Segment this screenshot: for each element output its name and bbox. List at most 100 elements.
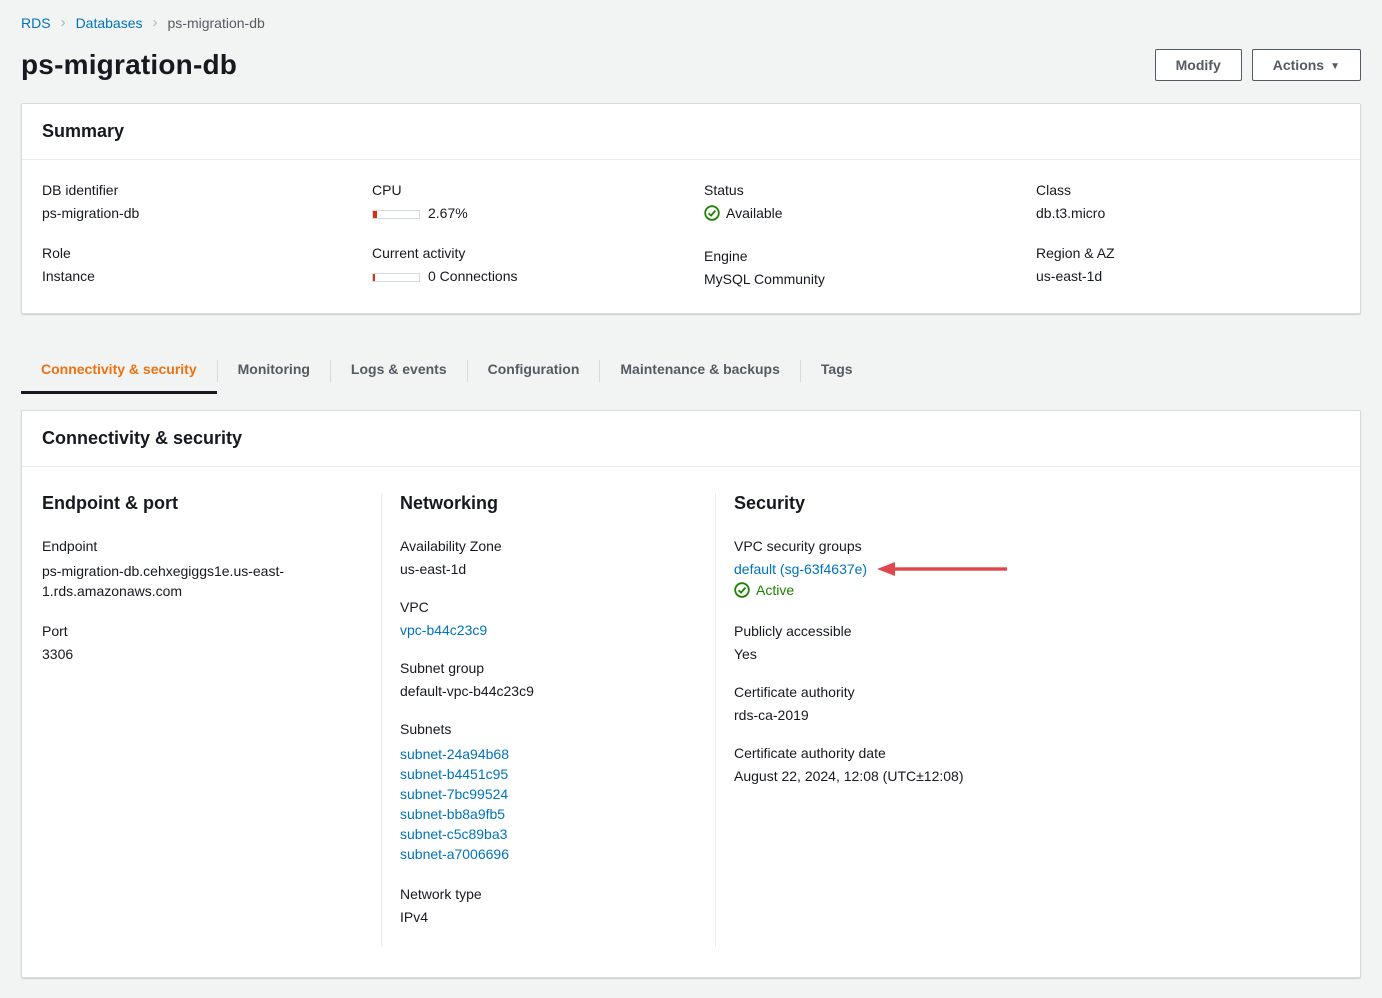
status-field: Status Available [704, 182, 1036, 224]
cpu-meter [372, 210, 420, 219]
engine-value: MySQL Community [704, 271, 1036, 287]
security-title: Security [734, 493, 1312, 514]
tab-configuration[interactable]: Configuration [468, 348, 600, 394]
summary-card-header: Summary [22, 104, 1360, 160]
breadcrumb-rds[interactable]: RDS [21, 15, 51, 31]
connections-meter [372, 273, 420, 282]
subnet-link[interactable]: subnet-bb8a9fb5 [400, 804, 687, 824]
security-column: Security VPC security groups default (sg… [715, 493, 1340, 947]
certificate-authority-date-field: Certificate authority date August 22, 20… [734, 745, 1312, 784]
subnet-list: subnet-24a94b68 subnet-b4451c95 subnet-7… [400, 744, 687, 864]
tab-logs-events[interactable]: Logs & events [331, 348, 467, 394]
vpc-label: VPC [400, 599, 687, 615]
page-title: ps-migration-db [21, 49, 237, 81]
engine-label: Engine [704, 248, 1036, 264]
port-value: 3306 [42, 646, 353, 662]
security-group-link[interactable]: default (sg-63f4637e) [734, 561, 867, 577]
endpoint-port-title: Endpoint & port [42, 493, 353, 514]
status-badge: Available [704, 205, 783, 221]
subnet-link[interactable]: subnet-7bc99524 [400, 784, 687, 804]
subnet-link[interactable]: subnet-b4451c95 [400, 764, 687, 784]
current-activity-label: Current activity [372, 245, 704, 261]
subnet-link[interactable]: subnet-24a94b68 [400, 744, 687, 764]
region-az-field: Region & AZ us-east-1d [1036, 245, 1340, 284]
tab-monitoring[interactable]: Monitoring [218, 348, 330, 394]
class-value: db.t3.micro [1036, 205, 1340, 221]
db-identifier-label: DB identifier [42, 182, 372, 198]
security-group-status: Active [734, 582, 794, 598]
networking-column: Networking Availability Zone us-east-1d … [381, 493, 715, 947]
cpu-label: CPU [372, 182, 704, 198]
certificate-authority-value: rds-ca-2019 [734, 707, 1312, 723]
endpoint-label: Endpoint [42, 538, 353, 554]
availability-zone-field: Availability Zone us-east-1d [400, 538, 687, 577]
subnet-link[interactable]: subnet-c5c89ba3 [400, 824, 687, 844]
region-az-label: Region & AZ [1036, 245, 1340, 261]
publicly-accessible-value: Yes [734, 646, 1312, 662]
role-field: Role Instance [42, 245, 372, 284]
availability-zone-value: us-east-1d [400, 561, 687, 577]
subnets-field: Subnets subnet-24a94b68 subnet-b4451c95 … [400, 721, 687, 864]
cpu-field: CPU 2.67% [372, 182, 704, 221]
vpc-link[interactable]: vpc-b44c23c9 [400, 622, 487, 638]
engine-field: Engine MySQL Community [704, 248, 1036, 287]
current-activity-value: 0 Connections [428, 268, 518, 284]
breadcrumb: RDS › Databases › ps-migration-db [21, 14, 1361, 31]
annotation-arrow [877, 561, 1007, 577]
certificate-authority-date-value: August 22, 2024, 12:08 (UTC±12:08) [734, 768, 1312, 784]
network-type-label: Network type [400, 886, 687, 902]
class-label: Class [1036, 182, 1340, 198]
network-type-field: Network type IPv4 [400, 886, 687, 925]
publicly-accessible-label: Publicly accessible [734, 623, 1312, 639]
connectivity-grid: Endpoint & port Endpoint ps-migration-db… [22, 467, 1360, 977]
actions-button-label: Actions [1273, 57, 1324, 73]
check-circle-icon [704, 205, 720, 221]
summary-col-status: Status Available Engine MySQL Community [704, 182, 1036, 287]
current-activity-field: Current activity 0 Connections [372, 245, 704, 284]
availability-zone-label: Availability Zone [400, 538, 687, 554]
actions-button[interactable]: Actions ▼ [1252, 49, 1361, 81]
network-type-value: IPv4 [400, 909, 687, 925]
db-identifier-field: DB identifier ps-migration-db [42, 182, 372, 221]
tab-maintenance-backups[interactable]: Maintenance & backups [600, 348, 800, 394]
subnet-link[interactable]: subnet-a7006696 [400, 844, 687, 864]
port-field: Port 3306 [42, 623, 353, 662]
security-group-status-label: Active [756, 582, 794, 598]
status-value: Available [726, 205, 783, 221]
cpu-value: 2.67% [428, 205, 468, 221]
tab-tags[interactable]: Tags [801, 348, 873, 394]
subnet-group-value: default-vpc-b44c23c9 [400, 683, 687, 699]
endpoint-port-column: Endpoint & port Endpoint ps-migration-db… [42, 493, 381, 947]
security-group-row: default (sg-63f4637e) [734, 561, 1312, 577]
breadcrumb-chevron-icon: › [61, 14, 66, 31]
role-value: Instance [42, 268, 372, 284]
certificate-authority-label: Certificate authority [734, 684, 1312, 700]
endpoint-field: Endpoint ps-migration-db.cehxegiggs1e.us… [42, 538, 353, 601]
current-activity-value-row: 0 Connections [372, 268, 704, 284]
chevron-down-icon: ▼ [1330, 61, 1340, 72]
subnets-label: Subnets [400, 721, 687, 737]
header-actions: Modify Actions ▼ [1155, 49, 1361, 81]
tab-bar: Connectivity & security Monitoring Logs … [21, 348, 1361, 394]
port-label: Port [42, 623, 353, 639]
region-az-value: us-east-1d [1036, 268, 1340, 284]
vpc-security-groups-field: VPC security groups default (sg-63f4637e… [734, 538, 1312, 601]
summary-card: Summary DB identifier ps-migration-db Ro… [21, 103, 1361, 314]
subnet-group-field: Subnet group default-vpc-b44c23c9 [400, 660, 687, 699]
cpu-value-row: 2.67% [372, 205, 704, 221]
summary-title: Summary [42, 121, 1340, 142]
publicly-accessible-field: Publicly accessible Yes [734, 623, 1312, 662]
vpc-security-groups-label: VPC security groups [734, 538, 1312, 554]
role-label: Role [42, 245, 372, 261]
db-identifier-value: ps-migration-db [42, 205, 372, 221]
summary-grid: DB identifier ps-migration-db Role Insta… [22, 160, 1360, 313]
breadcrumb-current: ps-migration-db [168, 15, 265, 31]
breadcrumb-databases[interactable]: Databases [76, 15, 143, 31]
rds-database-detail-page: RDS › Databases › ps-migration-db ps-mig… [0, 0, 1382, 998]
subnet-group-label: Subnet group [400, 660, 687, 676]
breadcrumb-chevron-icon: › [153, 14, 158, 31]
connectivity-card-title: Connectivity & security [42, 428, 1340, 449]
modify-button[interactable]: Modify [1155, 49, 1242, 81]
tab-connectivity-security[interactable]: Connectivity & security [21, 348, 217, 394]
certificate-authority-field: Certificate authority rds-ca-2019 [734, 684, 1312, 723]
